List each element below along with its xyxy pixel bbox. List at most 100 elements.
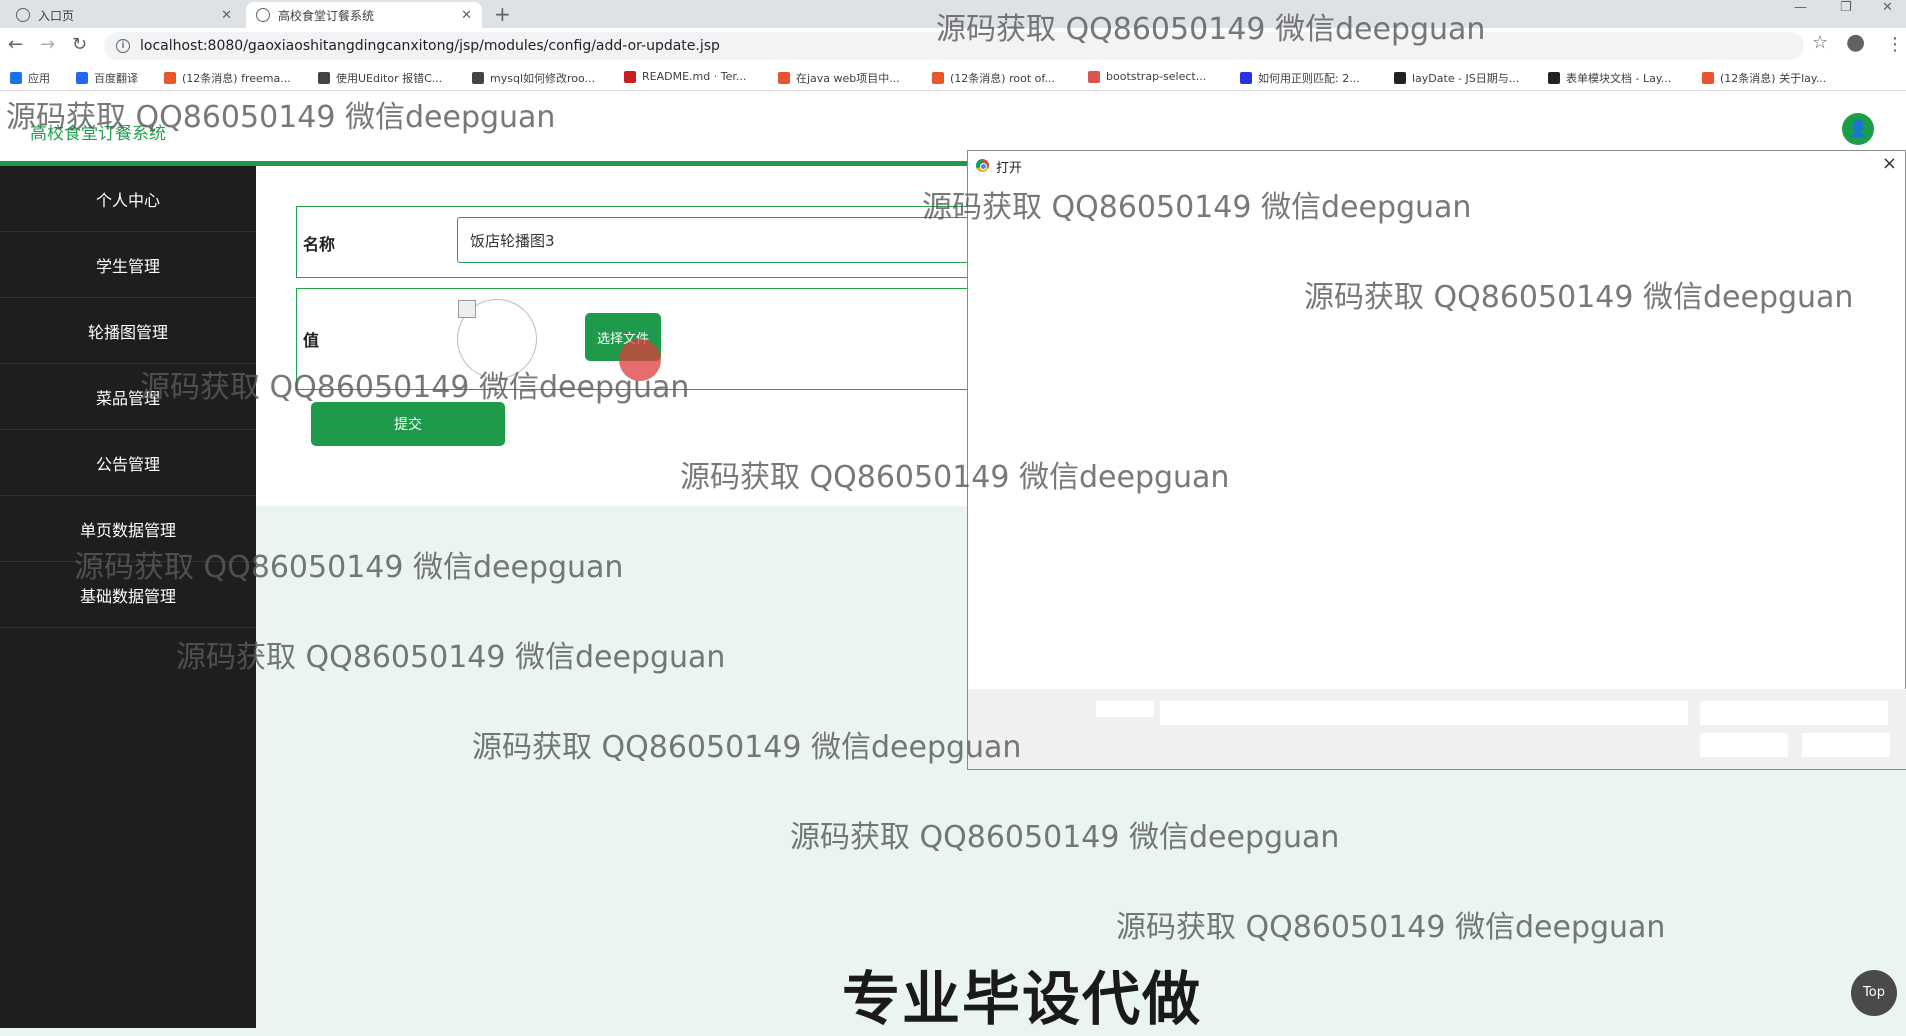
reload-icon[interactable]: ↻ — [72, 34, 87, 55]
open-button[interactable] — [1700, 733, 1788, 757]
sidebar-item[interactable]: 公告管理 — [0, 430, 256, 496]
back-to-top-button[interactable]: Top — [1851, 970, 1897, 1016]
bookmark-label: README.md · Ter... — [642, 70, 747, 83]
watermark: 源码获取 QQ86050149 微信deepguan — [680, 460, 1230, 495]
submit-label: 提交 — [394, 417, 422, 433]
sidebar-item-label: 轮播图管理 — [87, 322, 168, 342]
bookmark-star-icon[interactable]: ☆ — [1812, 32, 1828, 53]
close-tab-icon[interactable]: ✕ — [221, 8, 232, 23]
dialog-close-icon[interactable]: × — [1882, 153, 1897, 174]
watermark: 源码获取 QQ86050149 微信deepguan — [176, 640, 726, 675]
user-avatar-icon[interactable]: 👤 — [1842, 113, 1874, 145]
menu-icon[interactable]: ⋮ — [1886, 34, 1904, 55]
bookmark-favicon-icon — [624, 70, 636, 83]
bookmark-label: (12条消息) 关于lay... — [1720, 72, 1827, 85]
forward-icon[interactable]: → — [40, 34, 55, 55]
bookmark-item[interactable]: 如何用正则匹配: 2... — [1240, 70, 1360, 86]
watermark: 源码获取 QQ86050149 微信deepguan — [6, 100, 556, 135]
bookmark-favicon-icon — [10, 72, 22, 84]
watermark: 源码获取 QQ86050149 微信deepguan — [922, 190, 1472, 225]
bookmark-label: 在java web项目中... — [796, 72, 900, 85]
watermark: 源码获取 QQ86050149 微信deepguan — [936, 12, 1486, 47]
bookmark-item[interactable]: 表单模块文档 - Lay... — [1548, 70, 1671, 86]
cancel-button[interactable] — [1802, 733, 1890, 757]
bookmark-favicon-icon — [318, 72, 330, 84]
tab-canteen-system[interactable]: 高校食堂订餐系统 ✕ — [246, 2, 482, 28]
bookmark-item[interactable]: 使用UEditor 报错C... — [318, 70, 442, 86]
tab-label: 高校食堂订餐系统 — [278, 8, 375, 23]
bookmark-favicon-icon — [1702, 72, 1714, 84]
bookmark-label: 使用UEditor 报错C... — [336, 72, 443, 85]
info-icon[interactable]: i — [116, 39, 130, 53]
minimize-icon[interactable]: — — [1794, 0, 1807, 15]
sidebar-item-label: 基础数据管理 — [79, 586, 176, 606]
bookmark-item[interactable]: bootstrap-select... — [1088, 70, 1206, 83]
close-window-icon[interactable]: ✕ — [1882, 0, 1893, 15]
dialog-footer — [968, 689, 1906, 769]
filename-input[interactable] — [1160, 701, 1688, 725]
dialog-title: 打开 — [996, 161, 1023, 176]
bookmark-item[interactable]: (12条消息) freema... — [164, 70, 291, 86]
restore-icon[interactable]: ❐ — [1840, 0, 1852, 15]
sidebar-item-label: 学生管理 — [95, 256, 160, 276]
bookmark-item[interactable]: (12条消息) 关于lay... — [1702, 70, 1826, 86]
bookmark-favicon-icon — [1394, 72, 1406, 84]
bookmark-favicon-icon — [164, 72, 176, 84]
value-label: 值 — [303, 331, 320, 350]
file-type-select[interactable] — [1700, 701, 1888, 725]
promo-text: 专业毕设代做 — [842, 965, 1203, 1033]
bookmark-item[interactable]: README.md · Ter... — [624, 70, 746, 83]
name-form-row: 名称 饭店轮播图3 — [296, 206, 1017, 278]
bookmark-label: 如何用正则匹配: 2... — [1258, 72, 1360, 85]
name-input-value: 饭店轮播图3 — [470, 231, 555, 250]
tab-entry-page[interactable]: 入口页 ✕ — [6, 2, 242, 28]
tab-label: 入口页 — [38, 8, 75, 23]
profile-icon[interactable]: ● — [1846, 30, 1865, 55]
bookmark-label: 应用 — [28, 72, 50, 85]
bookmark-label: bootstrap-select... — [1106, 70, 1207, 83]
sidebar-item[interactable]: 轮播图管理 — [0, 298, 256, 364]
sidebar-item[interactable]: 学生管理 — [0, 232, 256, 298]
sidebar: 个人中心 学生管理 轮播图管理 菜品管理 公告管理 单页数据管理 基础数据管理 — [0, 166, 256, 1028]
bookmark-favicon-icon — [778, 72, 790, 84]
bookmark-label: mysql如何修改roo... — [490, 72, 596, 85]
bookmark-favicon-icon — [1088, 70, 1100, 83]
new-tab-icon[interactable]: + — [494, 2, 511, 26]
globe-icon — [16, 8, 30, 22]
sidebar-item-label: 单页数据管理 — [79, 520, 176, 540]
bookmark-item[interactable]: mysql如何修改roo... — [472, 70, 595, 86]
watermark: 源码获取 QQ86050149 微信deepguan — [1304, 280, 1854, 315]
name-label: 名称 — [303, 235, 336, 254]
bookmark-favicon-icon — [1548, 72, 1560, 84]
bookmark-item[interactable]: (12条消息) root of... — [932, 70, 1055, 86]
bookmark-label: (12条消息) root of... — [950, 72, 1055, 85]
bookmarks-bar: 应用 百度翻译 (12条消息) freema... 使用UEditor 报错C... m… — [0, 64, 1906, 91]
bookmark-item[interactable]: 在java web项目中... — [778, 70, 900, 86]
submit-button[interactable]: 提交 — [311, 402, 505, 446]
page-icon — [256, 8, 270, 22]
back-icon[interactable]: ← — [8, 34, 23, 55]
bookmark-item[interactable]: 百度翻译 — [76, 70, 138, 86]
bookmark-item[interactable]: layDate - JS日期与... — [1394, 70, 1519, 86]
bookmark-label: 百度翻译 — [94, 72, 138, 85]
watermark: 源码获取 QQ86050149 微信deepguan — [472, 730, 1022, 765]
bookmark-item[interactable]: 应用 — [10, 70, 50, 86]
sidebar-item-label: 个人中心 — [95, 190, 160, 210]
url-text: localhost:8080/gaoxiaoshitangdingcanxito… — [140, 38, 720, 54]
sidebar-item-label: 公告管理 — [95, 454, 160, 474]
bookmark-favicon-icon — [76, 72, 88, 84]
close-tab-icon[interactable]: ✕ — [461, 8, 472, 23]
watermark: 源码获取 QQ86050149 微信deepguan — [1116, 910, 1666, 945]
bookmark-favicon-icon — [472, 72, 484, 84]
sidebar-item[interactable]: 个人中心 — [0, 166, 256, 232]
bookmark-label: 表单模块文档 - Lay... — [1566, 72, 1672, 85]
watermark: 源码获取 QQ86050149 微信deepguan — [790, 820, 1340, 855]
filename-label-placeholder — [1096, 701, 1154, 717]
bookmark-label: layDate - JS日期与... — [1412, 72, 1520, 85]
watermark: 源码获取 QQ86050149 微信deepguan — [140, 370, 690, 405]
watermark: 源码获取 QQ86050149 微信deepguan — [74, 550, 624, 585]
bookmark-favicon-icon — [1240, 72, 1252, 84]
bookmark-favicon-icon — [932, 72, 944, 84]
bookmark-label: (12条消息) freema... — [182, 72, 291, 85]
chrome-icon — [976, 159, 989, 172]
